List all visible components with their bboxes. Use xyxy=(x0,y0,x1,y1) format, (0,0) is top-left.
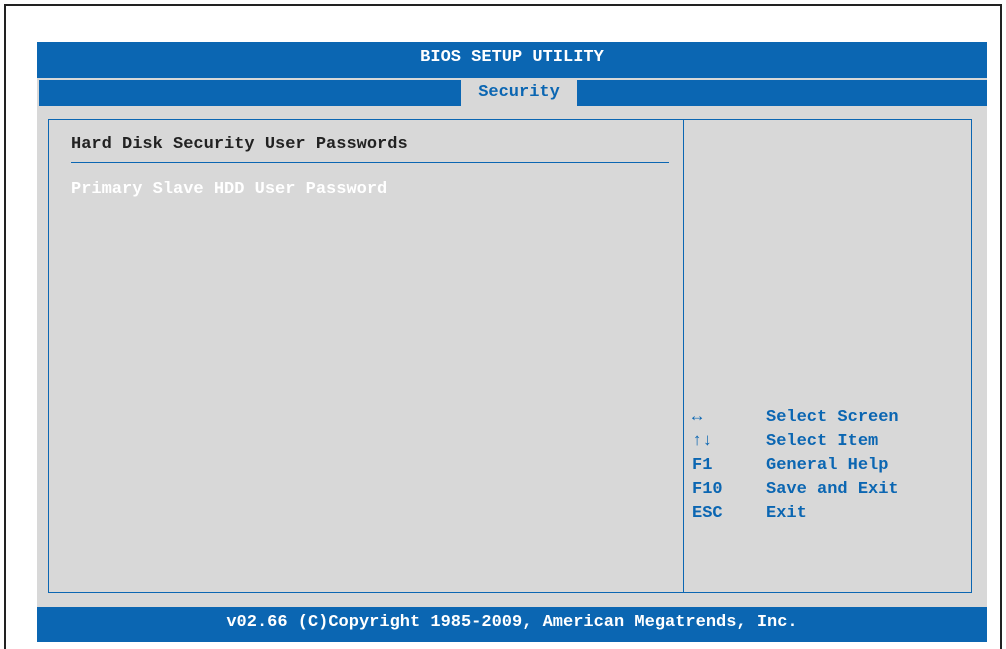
title-bar: BIOS SETUP UTILITY xyxy=(37,42,987,78)
left-right-arrow-icon: ↔ xyxy=(692,408,703,427)
up-down-arrow-icon: ↑↓ xyxy=(692,432,713,451)
copyright-text: v02.66 (C)Copyright 1985-2009, American … xyxy=(226,613,798,632)
title-text: BIOS SETUP UTILITY xyxy=(420,48,604,67)
main-panel: Hard Disk Security User Passwords Primar… xyxy=(48,119,684,593)
key-legend-row: ↔ Select Screen xyxy=(692,406,899,430)
key-name: F10 xyxy=(692,480,723,499)
key-action-label: Exit xyxy=(766,504,807,523)
tab-bar: Security xyxy=(37,78,987,108)
menu-item-primary-slave-hdd-user-password[interactable]: Primary Slave HDD User Password xyxy=(71,180,387,199)
section-heading: Hard Disk Security User Passwords xyxy=(71,135,408,154)
key-action-label: Save and Exit xyxy=(766,480,899,499)
key-action-label: Select Item xyxy=(766,432,879,451)
footer-bar: v02.66 (C)Copyright 1985-2009, American … xyxy=(37,607,987,642)
key-legend-row: F10 Save and Exit xyxy=(692,478,899,502)
key-name: F1 xyxy=(692,456,713,475)
help-panel: ↔ Select Screen ↑↓ Select Item F1 Genera… xyxy=(683,119,972,593)
heading-divider xyxy=(71,162,669,163)
key-legend-row: ESC Exit xyxy=(692,502,899,526)
bios-setup-screen: BIOS SETUP UTILITY Security Hard Disk Se… xyxy=(37,42,987,642)
tab-security[interactable]: Security xyxy=(461,80,577,106)
tab-security-label: Security xyxy=(478,83,560,102)
key-legend: ↔ Select Screen ↑↓ Select Item F1 Genera… xyxy=(692,406,899,526)
key-action-label: General Help xyxy=(766,456,889,475)
key-legend-row: ↑↓ Select Item xyxy=(692,430,899,454)
key-name: ESC xyxy=(692,504,723,523)
key-action-label: Select Screen xyxy=(766,408,899,427)
tab-bar-edge xyxy=(37,80,39,106)
key-legend-row: F1 General Help xyxy=(692,454,899,478)
